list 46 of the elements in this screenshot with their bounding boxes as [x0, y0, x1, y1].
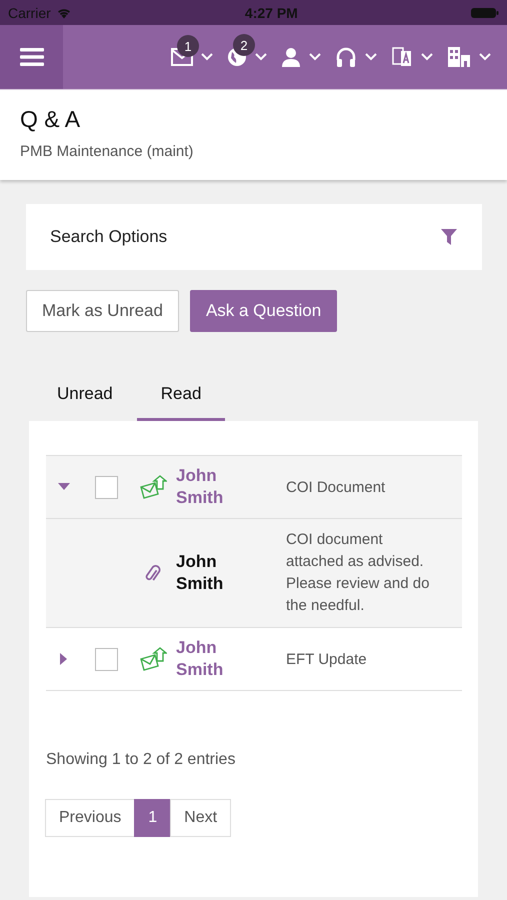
translate-icon	[391, 46, 413, 68]
page-title: Q & A	[20, 106, 82, 133]
chevron-down-icon	[201, 53, 213, 61]
subject-text: COI Document	[286, 478, 386, 496]
battery-icon	[470, 6, 499, 18]
page-button[interactable]: Previous	[45, 799, 136, 837]
carrier-name: Carrier	[8, 4, 51, 20]
wifi-icon	[56, 6, 72, 18]
mark-unread-button[interactable]: Mark as Unread	[26, 290, 179, 332]
headset-icon	[335, 46, 357, 68]
chevron-down-icon	[365, 53, 377, 61]
envelope-arrow-icon	[139, 475, 167, 499]
envelope-arrow-icon	[139, 647, 167, 671]
chevron-down-icon	[479, 53, 491, 61]
search-options-label: Search Options	[50, 227, 168, 247]
page-subtitle: PMB Maintenance (maint)	[20, 143, 194, 160]
clock-time: 4:27 PM	[244, 4, 298, 20]
row-checkbox[interactable]	[94, 476, 118, 498]
page-button[interactable]: Next	[170, 799, 232, 837]
page-button[interactable]: 1	[134, 799, 172, 837]
caret-down-icon[interactable]	[58, 483, 70, 491]
chevron-down-icon	[255, 53, 267, 61]
filter-icon	[440, 228, 458, 246]
count-badge: 1	[177, 35, 199, 57]
building-icon	[447, 46, 471, 68]
caret-right-icon[interactable]	[60, 653, 68, 665]
message-row[interactable]: John Smith COI Document	[46, 456, 462, 519]
search-options-panel[interactable]: Search Options	[26, 204, 482, 270]
subject-text: EFT Update	[286, 650, 367, 668]
nav-menu-button[interactable]: 2	[225, 33, 269, 81]
message-row[interactable]: John Smith EFT Update	[46, 628, 462, 691]
chevron-down-icon	[309, 53, 321, 61]
message-body: COI document attached as advised. Please review and do the needful.	[286, 530, 430, 616]
sender-link[interactable]: John Smith	[176, 637, 236, 681]
sender-name: John Smith	[176, 551, 224, 595]
chevron-down-icon	[421, 53, 433, 61]
tab[interactable]: Unread	[33, 369, 137, 421]
person-icon	[281, 47, 301, 67]
menu-icon	[20, 47, 44, 67]
entries-summary: Showing 1 to 2 of 2 entries	[46, 751, 236, 769]
sender-link[interactable]: John Smith	[176, 465, 236, 509]
row-checkbox[interactable]	[94, 648, 118, 670]
nav-menu-button[interactable]: 1	[169, 34, 215, 80]
ask-question-button[interactable]: Ask a Question	[190, 290, 338, 332]
count-badge: 2	[233, 34, 255, 56]
menu-button[interactable]	[0, 25, 63, 89]
